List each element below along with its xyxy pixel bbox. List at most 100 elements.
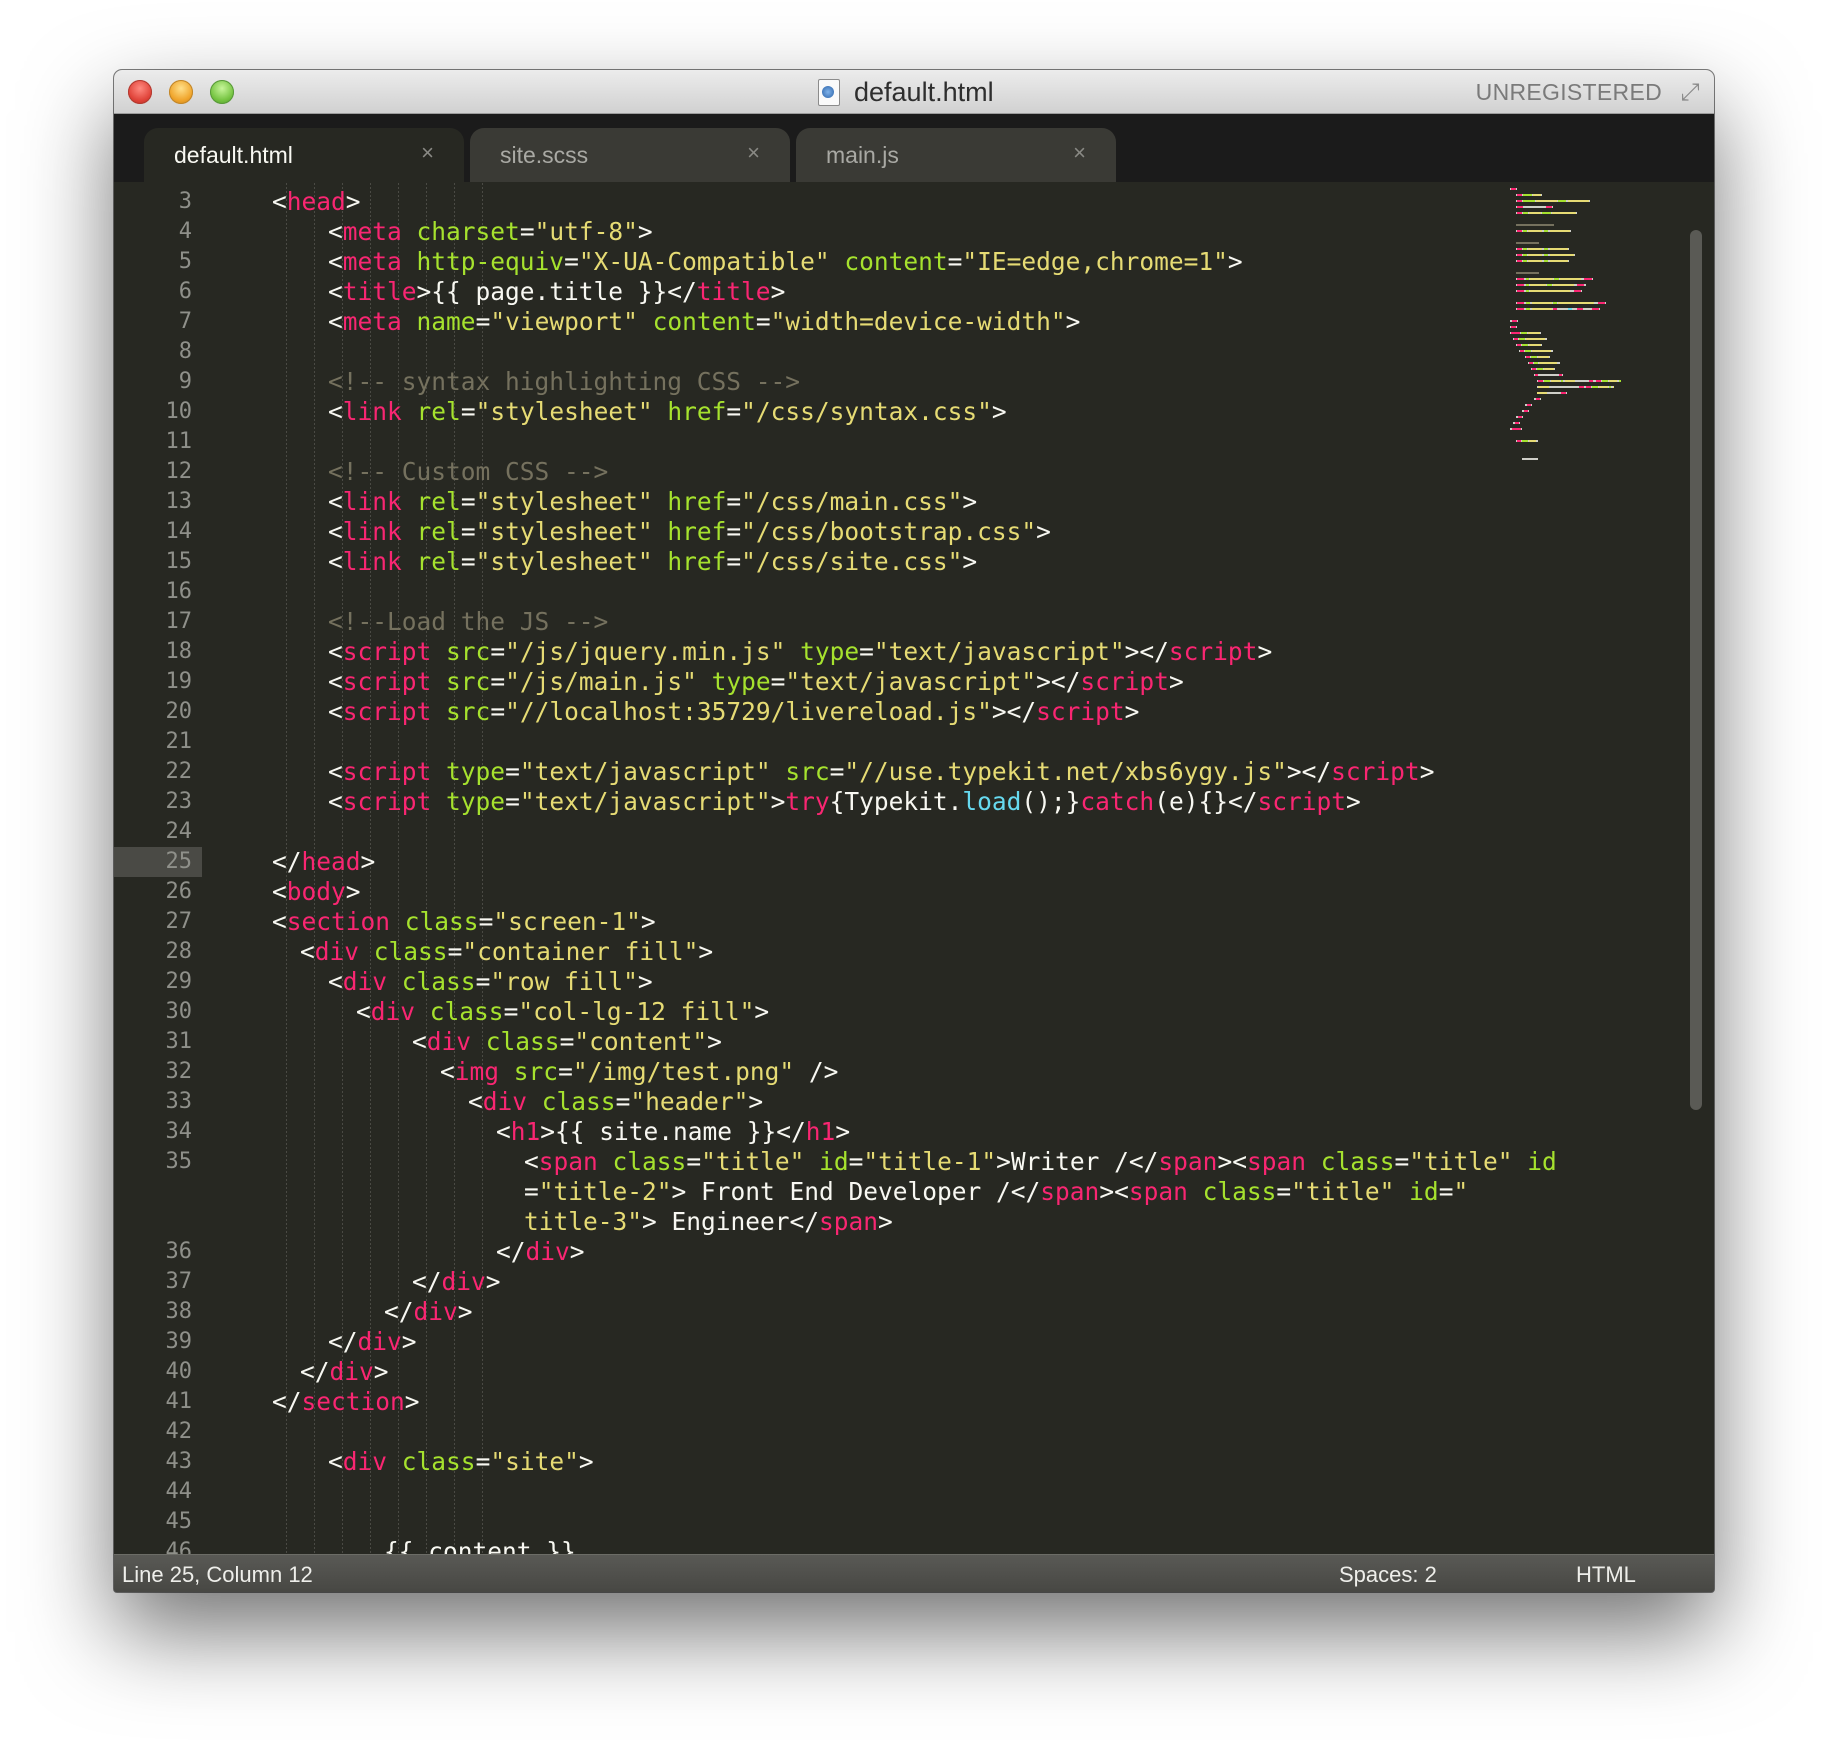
line-number: 15: [165, 549, 193, 574]
minimap-stroke: [1529, 344, 1542, 346]
code-editor[interactable]: <head> <meta charset="utf-8"> <meta http-e…: [202, 183, 1612, 1592]
line-number: 21: [165, 729, 193, 754]
minimap-stroke: [1519, 422, 1521, 424]
code-line[interactable]: <section class="screen-1">: [272, 907, 656, 937]
minimap-stroke: [1523, 200, 1536, 202]
line-number: 17: [165, 609, 193, 634]
minimap-stroke: [1517, 284, 1525, 286]
code-line[interactable]: <script src="//localhost:35729/livereloa…: [328, 697, 1139, 727]
close-window-button[interactable]: [128, 80, 152, 104]
code-line[interactable]: <body>: [272, 877, 361, 907]
minimap-stroke: [1567, 200, 1590, 202]
line-number: 44: [165, 1479, 193, 1504]
code-line[interactable]: <!-- syntax highlighting CSS -->: [328, 367, 800, 397]
minimap-stroke: [1531, 308, 1552, 310]
tab-default-html[interactable]: default.html ×: [144, 128, 464, 182]
line-number-gutter[interactable]: 3 4 5 6 7 8 9 10 11 12 13 14 15 16 17 18 19 20 21 22 23 24 25 2…: [114, 183, 202, 1592]
code-line[interactable]: <link rel="stylesheet" href="/css/bootst…: [328, 517, 1051, 547]
minimap-stroke: [1618, 380, 1621, 382]
code-line[interactable]: <div class="row fill">: [328, 967, 653, 997]
minimap-stroke: [1561, 374, 1563, 376]
line-number: [114, 1207, 192, 1237]
tab-site-scss[interactable]: site.scss ×: [470, 128, 790, 182]
minimap-stroke: [1511, 332, 1520, 334]
code-line[interactable]: title-3"> Engineer</span>: [524, 1207, 893, 1237]
line-number: 40: [165, 1359, 193, 1384]
code-line[interactable]: <h1>{{ site.name }}</h1>: [496, 1117, 850, 1147]
html-document-icon: [818, 79, 840, 106]
tab-label: default.html: [174, 142, 293, 168]
minimap-stroke: [1565, 392, 1567, 394]
minimap-stroke: [1577, 284, 1585, 286]
code-line[interactable]: ="title-2"> Front End Developer /</span>…: [524, 1177, 1468, 1207]
code-line[interactable]: <meta http-equiv="X-UA-Compatible" conte…: [328, 247, 1243, 277]
code-line[interactable]: <div class="content">: [412, 1027, 722, 1057]
syntax-mode[interactable]: HTML: [1576, 1562, 1636, 1588]
line-number: 30: [165, 999, 193, 1024]
line-number: 8: [178, 339, 192, 364]
scrollbar-thumb[interactable]: [1690, 230, 1702, 1110]
minimap-stroke: [1549, 356, 1551, 358]
code-line[interactable]: <span class="title" id="title-1">Writer …: [524, 1147, 1557, 1177]
code-line[interactable]: <div class="container fill">: [300, 937, 713, 967]
line-number: 18: [165, 639, 193, 664]
code-line[interactable]: <head>: [272, 187, 361, 217]
minimize-window-button[interactable]: [169, 80, 193, 104]
code-line[interactable]: <link rel="stylesheet" href="/css/syntax…: [328, 397, 1007, 427]
minimap-stroke: [1516, 326, 1518, 328]
code-line[interactable]: </section>: [272, 1387, 420, 1417]
code-line[interactable]: </div>: [412, 1267, 501, 1297]
minimap-stroke: [1575, 380, 1589, 382]
code-line[interactable]: <meta charset="utf-8">: [328, 217, 653, 247]
minimap-stroke: [1528, 410, 1530, 412]
minimap-stroke: [1549, 248, 1568, 250]
code-line[interactable]: <script src="/js/main.js" type="text/jav…: [328, 667, 1184, 697]
minimap-stroke: [1553, 368, 1555, 370]
status-bar: Line 25, Column 12 Spaces: 2 HTML: [114, 1554, 1714, 1592]
close-tab-icon[interactable]: ×: [421, 140, 434, 166]
code-line[interactable]: <title>{{ page.title }}</title>: [328, 277, 785, 307]
indentation-setting[interactable]: Spaces: 2: [1339, 1562, 1437, 1588]
code-line[interactable]: </div>: [496, 1237, 585, 1267]
minimap-stroke: [1517, 290, 1525, 292]
code-line[interactable]: </div>: [384, 1297, 473, 1327]
code-line[interactable]: </div>: [300, 1357, 389, 1387]
minimap-stroke: [1558, 302, 1594, 304]
minimap-stroke: [1546, 392, 1561, 394]
line-number: 10: [165, 399, 193, 424]
code-line[interactable]: <!-- Custom CSS -->: [328, 457, 608, 487]
code-line[interactable]: <div class="header">: [468, 1087, 763, 1117]
code-line[interactable]: <link rel="stylesheet" href="/css/site.c…: [328, 547, 977, 577]
line-number: 43: [165, 1449, 193, 1474]
fullscreen-icon[interactable]: ⤢: [1676, 79, 1704, 107]
zoom-window-button[interactable]: [210, 80, 234, 104]
minimap-stroke: [1584, 284, 1586, 286]
tab-main-js[interactable]: main.js ×: [796, 128, 1116, 182]
minimap-stroke: [1573, 290, 1581, 292]
close-tab-icon[interactable]: ×: [1073, 140, 1086, 166]
code-line[interactable]: <link rel="stylesheet" href="/css/main.c…: [328, 487, 977, 517]
line-number: 25: [165, 849, 193, 874]
code-line[interactable]: <meta name="viewport" content="width=dev…: [328, 307, 1080, 337]
minimap-stroke: [1531, 404, 1533, 406]
code-line[interactable]: </div>: [328, 1327, 417, 1357]
code-line[interactable]: <script src="/js/jquery.min.js" type="te…: [328, 637, 1272, 667]
minimap-stroke: [1573, 254, 1575, 256]
tab-label: main.js: [826, 142, 899, 168]
close-tab-icon[interactable]: ×: [747, 140, 760, 166]
minimap-stroke: [1604, 302, 1606, 304]
minimap-stroke: [1512, 428, 1521, 430]
minimap[interactable]: [1504, 188, 1704, 488]
code-line[interactable]: </head>: [272, 847, 375, 877]
code-line[interactable]: <script type="text/javascript">try{Typek…: [328, 787, 1361, 817]
code-line[interactable]: <div class="col-lg-12 fill">: [356, 997, 769, 1027]
code-line[interactable]: <!--Load the JS -->: [328, 607, 608, 637]
minimap-stroke: [1532, 350, 1552, 352]
code-line[interactable]: <img src="/img/test.png" />: [440, 1057, 838, 1087]
minimap-stroke: [1541, 344, 1543, 346]
code-line[interactable]: <div class="site">: [328, 1447, 594, 1477]
minimap-stroke: [1520, 428, 1522, 430]
code-line[interactable]: <script type="text/javascript" src="//us…: [328, 757, 1434, 787]
minimap-stroke: [1558, 200, 1567, 202]
line-number: 45: [165, 1509, 193, 1534]
